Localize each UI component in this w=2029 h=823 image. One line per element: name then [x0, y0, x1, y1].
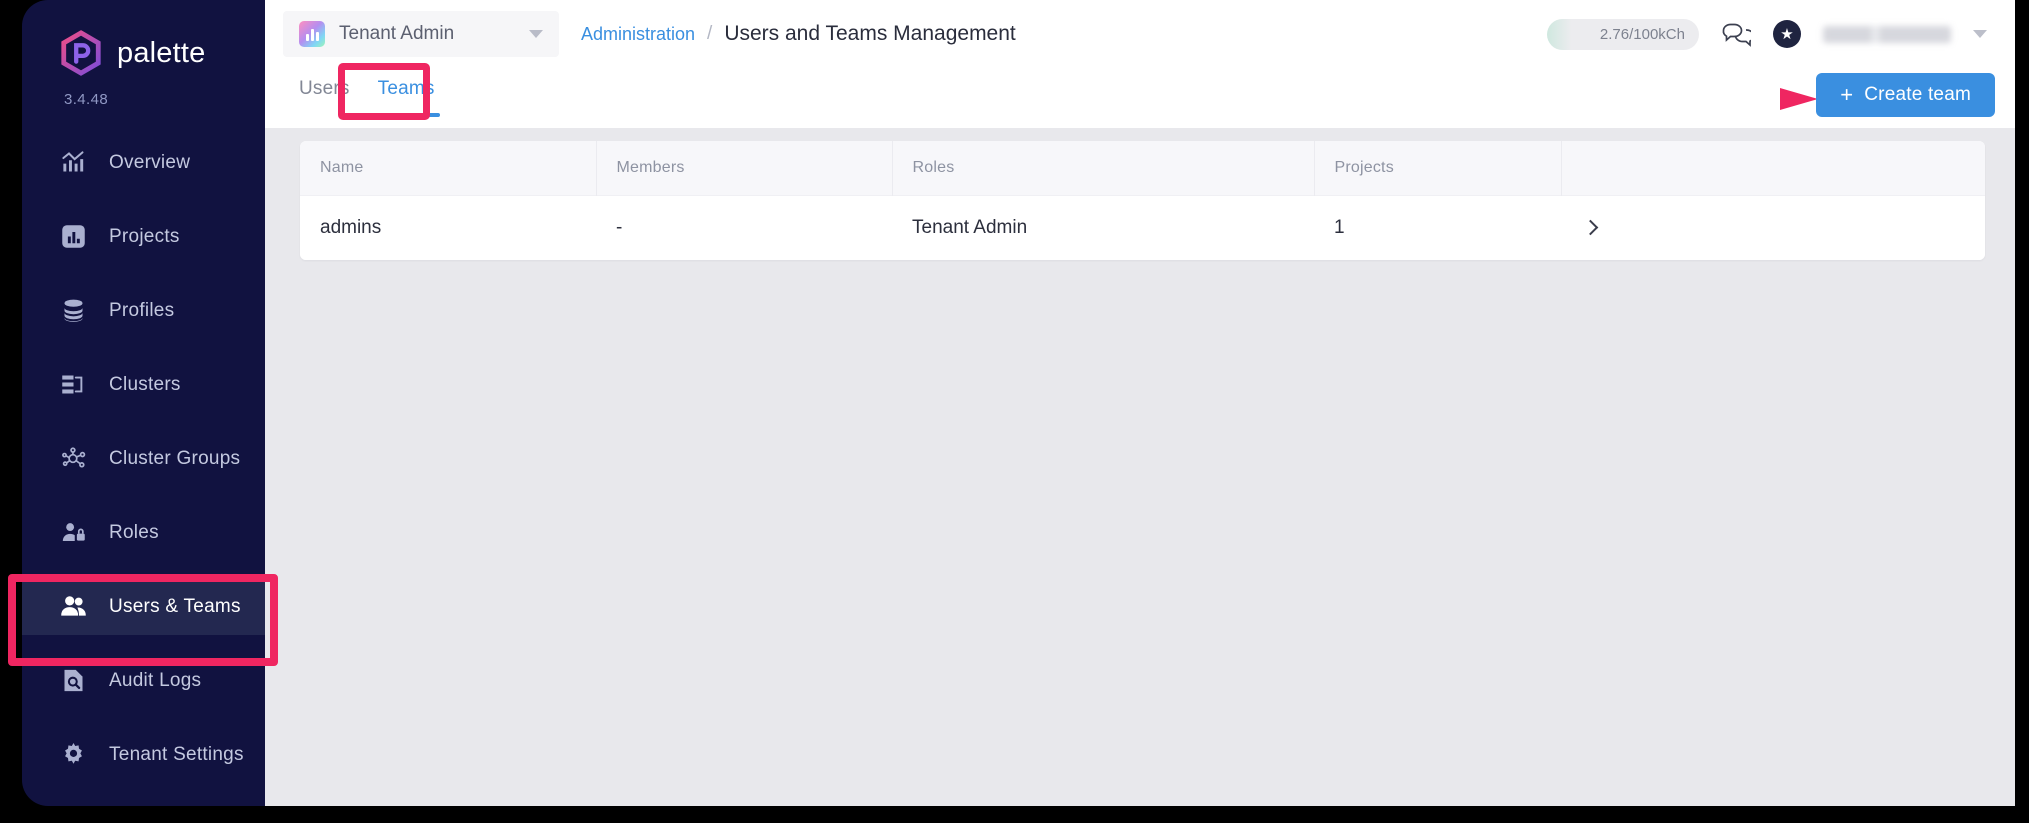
tenant-chart-icon [299, 21, 325, 47]
tab-strip: Users Teams + Create team [265, 63, 2015, 128]
chart-overview-icon [60, 149, 87, 176]
annotation-arrow [1684, 88, 1818, 110]
topbar-right-cluster: 2.76/100kCh ★ [1547, 18, 2015, 50]
cluster-groups-icon [60, 445, 87, 472]
table-row[interactable]: admins - Tenant Admin 1 [300, 195, 1985, 260]
tenant-selector-label: Tenant Admin [339, 23, 455, 44]
table-body: admins - Tenant Admin 1 [300, 195, 1985, 260]
breadcrumb: Administration / Users and Teams Managem… [581, 22, 1016, 46]
topbar: Tenant Admin Administration / Users and … [265, 0, 2015, 68]
user-name-label [1823, 25, 1951, 43]
create-team-button[interactable]: + Create team [1816, 73, 1995, 117]
sidebar-item-users-teams[interactable]: Users & Teams [22, 578, 265, 635]
sidebar: palette 3.4.48 Overview Projects Profile… [22, 0, 265, 806]
sidebar-item-overview[interactable]: Overview [22, 134, 265, 191]
plus-icon: + [1840, 82, 1854, 107]
sidebar-item-projects[interactable]: Projects [22, 208, 265, 265]
app-root: palette 3.4.48 Overview Projects Profile… [0, 0, 2029, 823]
brand-logo-area[interactable]: palette [22, 22, 265, 76]
column-header-actions [1561, 141, 1985, 195]
create-team-label: Create team [1864, 84, 1971, 105]
sidebar-item-label: Profiles [109, 299, 175, 321]
gear-icon [60, 741, 87, 768]
chevron-right-icon[interactable] [1582, 219, 1599, 236]
sidebar-item-audit-logs[interactable]: Audit Logs [22, 652, 265, 709]
sidebar-item-label: Roles [109, 521, 159, 543]
sidebar-item-cluster-groups[interactable]: Cluster Groups [22, 430, 265, 487]
column-header-name[interactable]: Name [300, 141, 597, 195]
audit-logs-icon [60, 667, 87, 694]
cell-row-action[interactable] [1561, 195, 1985, 260]
sidebar-item-clusters[interactable]: Clusters [22, 356, 265, 413]
profiles-stack-icon [60, 297, 87, 324]
teams-table-card: Name Members Roles Projects admins - Ten… [300, 141, 1985, 260]
main-area: Tenant Admin Administration / Users and … [265, 0, 2015, 806]
tab-teams[interactable]: Teams [364, 68, 449, 117]
sidebar-item-tenant-settings[interactable]: Tenant Settings [22, 726, 265, 783]
cell-members: - [616, 216, 623, 238]
cell-name: admins [320, 216, 382, 238]
palette-logo-icon [58, 30, 104, 76]
chevron-down-icon[interactable] [1973, 30, 1987, 38]
brand-name: palette [117, 36, 206, 69]
cell-roles: Tenant Admin [912, 216, 1028, 238]
table-head: Name Members Roles Projects [300, 141, 1985, 195]
sidebar-item-label: Tenant Settings [109, 743, 244, 765]
chevron-down-icon [529, 30, 543, 38]
cell-projects: 1 [1334, 216, 1345, 238]
usage-badge[interactable]: 2.76/100kCh [1547, 18, 1699, 50]
sidebar-item-label: Users & Teams [109, 595, 241, 617]
users-teams-icon [60, 593, 87, 620]
breadcrumb-separator: / [707, 23, 713, 44]
chat-bubbles-icon[interactable] [1721, 21, 1751, 48]
star-badge-icon[interactable]: ★ [1773, 20, 1801, 48]
page-title: Users and Teams Management [724, 22, 1016, 45]
clusters-icon [60, 371, 87, 398]
sidebar-item-label: Projects [109, 225, 180, 247]
table-header-row: Name Members Roles Projects [300, 141, 1985, 195]
version-label: 3.4.48 [64, 91, 109, 108]
sidebar-item-roles[interactable]: Roles [22, 504, 265, 561]
column-header-roles[interactable]: Roles [892, 141, 1315, 195]
tenant-selector-dropdown[interactable]: Tenant Admin [283, 11, 559, 57]
sidebar-item-label: Overview [109, 151, 191, 173]
sidebar-item-label: Audit Logs [109, 669, 202, 691]
column-header-projects[interactable]: Projects [1314, 141, 1562, 195]
breadcrumb-link-administration[interactable]: Administration [581, 24, 695, 45]
column-header-members[interactable]: Members [596, 141, 893, 195]
projects-icon [60, 223, 87, 250]
sidebar-item-label: Cluster Groups [109, 447, 241, 469]
sidebar-item-label: Clusters [109, 373, 181, 395]
sidebar-nav: Overview Projects Profiles Clusters Clus… [22, 134, 265, 783]
tab-users[interactable]: Users [285, 68, 364, 100]
teams-table: Name Members Roles Projects admins - Ten… [300, 141, 1985, 260]
roles-user-lock-icon [60, 519, 87, 546]
sidebar-item-profiles[interactable]: Profiles [22, 282, 265, 339]
